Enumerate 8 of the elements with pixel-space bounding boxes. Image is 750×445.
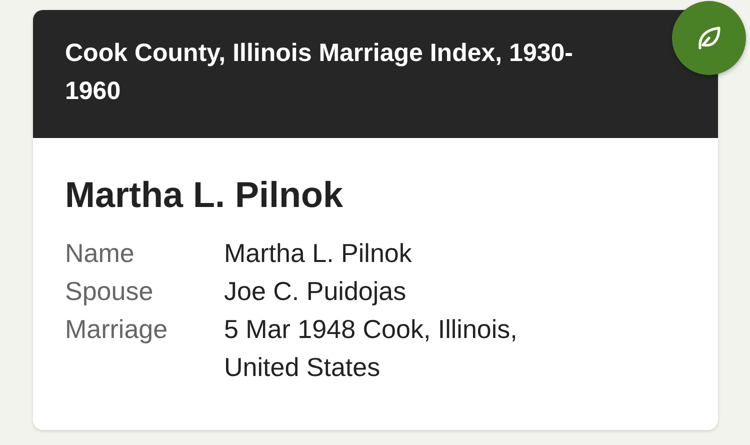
- fact-label: Name: [65, 237, 136, 270]
- collection-title: Cook County, Illinois Marriage Index, 1930-1960: [65, 38, 574, 107]
- fact-value: Martha L. Pilnok: [224, 237, 413, 270]
- fact-value: 5 Mar 1948 Cook, Illinois, United States: [224, 313, 518, 384]
- person-name: Martha L. Pilnok: [65, 174, 344, 216]
- fact-label: Spouse: [65, 275, 154, 308]
- fact-label: Marriage: [65, 313, 169, 346]
- fact-value: Joe C. Puidojas: [224, 275, 408, 308]
